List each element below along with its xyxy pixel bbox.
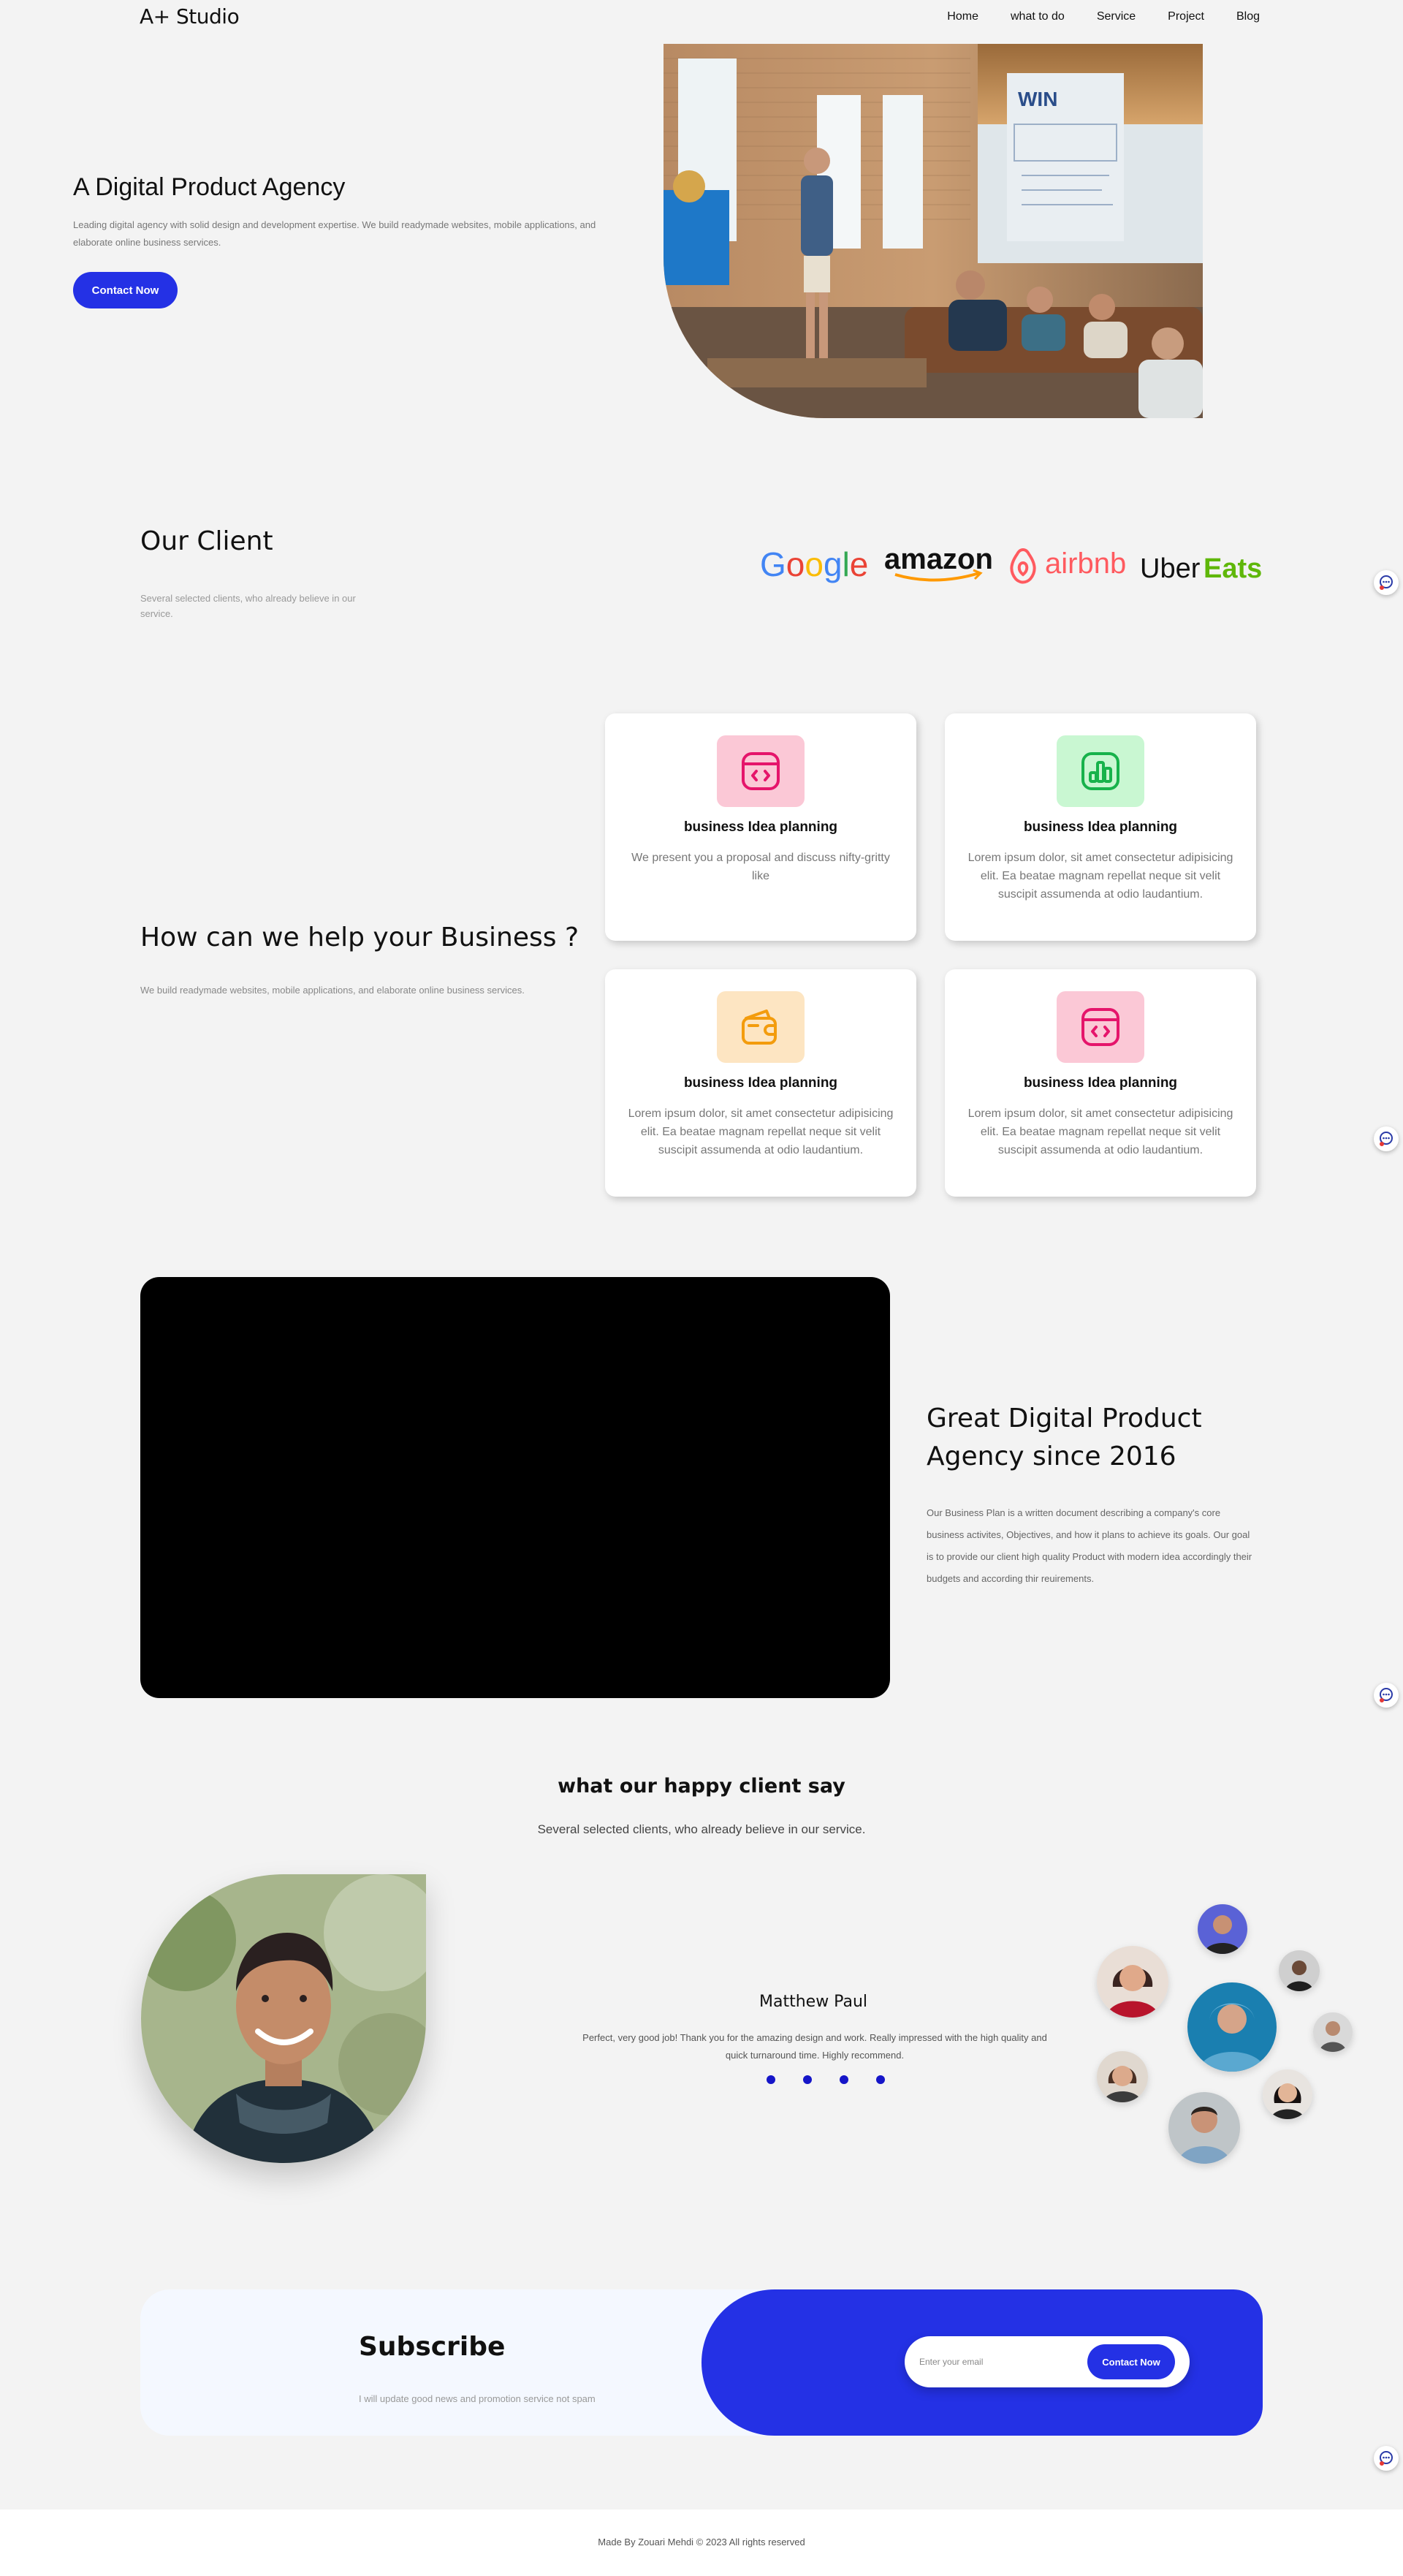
hero-title: A Digital Product Agency — [73, 173, 346, 201]
uber-logo-text: Uber — [1140, 553, 1201, 584]
nav-links: Home what to do Service Project Blog — [915, 10, 1260, 23]
code-window-icon — [1057, 991, 1144, 1063]
client-avatar[interactable] — [1097, 1946, 1168, 2018]
chat-widget-icon[interactable] — [1374, 1683, 1399, 1708]
testimonials-title: what our happy client say — [558, 1775, 845, 1797]
service-card[interactable]: business Idea planning We present you a … — [605, 713, 916, 941]
site-logo[interactable]: A+ Studio — [140, 4, 240, 29]
hero-image-sign: WIN — [1018, 88, 1057, 110]
client-avatar[interactable] — [1313, 2012, 1353, 2052]
airbnb-logo: airbnb — [1010, 548, 1126, 584]
clients-title: Our Client — [140, 526, 273, 556]
card-text: Lorem ipsum dolor, sit amet consectetur … — [628, 1107, 894, 1156]
help-subtitle: We build readymade websites, mobile appl… — [140, 985, 525, 996]
google-logo-text: Google — [760, 545, 868, 583]
nav-link-service[interactable]: Service — [1097, 10, 1136, 23]
testimonial-text: Perfect, very good job! Thank you for th… — [582, 2032, 1047, 2061]
video-player[interactable] — [140, 1277, 890, 1698]
amazon-logo: amazon — [884, 543, 993, 582]
agency-description: Our Business Plan is a written document … — [927, 1507, 1252, 1584]
client-avatar[interactable] — [1279, 1950, 1320, 1991]
wallet-icon — [717, 991, 805, 1063]
chat-widget-icon[interactable] — [1374, 2446, 1399, 2471]
subscribe-title: Subscribe — [359, 2332, 506, 2362]
airbnb-logo-text: airbnb — [1045, 548, 1126, 580]
service-card[interactable]: business Idea planning Lorem ipsum dolor… — [945, 969, 1256, 1197]
code-window-icon — [717, 735, 805, 807]
testimonial-photo — [141, 1874, 426, 2163]
subscribe-form: Contact Now — [905, 2336, 1190, 2387]
nav-link-home[interactable]: Home — [947, 10, 978, 23]
hero-description: Leading digital agency with solid design… — [73, 219, 596, 248]
uber-eats-logo: Uber Eats — [1140, 553, 1262, 584]
chat-widget-icon[interactable] — [1374, 1126, 1399, 1151]
pagination-dot[interactable] — [876, 2075, 885, 2084]
eats-logo-text: Eats — [1204, 553, 1262, 584]
pagination-dot[interactable] — [803, 2075, 812, 2084]
subscribe-contact-button[interactable]: Contact Now — [1087, 2344, 1175, 2379]
service-card[interactable]: business Idea planning Lorem ipsum dolor… — [945, 713, 1256, 941]
help-title: How can we help your Business ? — [140, 923, 579, 952]
card-title: business Idea planning — [1023, 1075, 1178, 1091]
client-avatar[interactable] — [1263, 2069, 1312, 2119]
clients-subtitle: Several selected clients, who already be… — [140, 593, 356, 619]
chat-widget-icon[interactable] — [1374, 570, 1399, 595]
email-input[interactable] — [919, 2352, 1065, 2371]
card-text: Lorem ipsum dolor, sit amet consectetur … — [967, 852, 1233, 901]
nav-link-blog[interactable]: Blog — [1236, 10, 1260, 23]
nav-link-what-to-do[interactable]: what to do — [1011, 10, 1065, 23]
testimonial-pagination — [767, 2075, 885, 2084]
subscribe-subtitle: I will update good news and promotion se… — [359, 2393, 596, 2404]
pagination-dot[interactable] — [767, 2075, 775, 2084]
card-title: business Idea planning — [1023, 819, 1178, 835]
bar-chart-icon — [1057, 735, 1144, 807]
agency-title: Great Digital Product Agency since 2016 — [927, 1403, 1202, 1471]
client-avatar[interactable] — [1097, 2051, 1148, 2102]
footer-copyright: Made By Zouari Mehdi © 2023 All rights r… — [598, 2537, 805, 2547]
airbnb-icon — [1010, 548, 1036, 584]
client-avatar[interactable] — [1198, 1904, 1247, 1954]
client-avatar[interactable] — [1187, 1982, 1277, 2072]
card-title: business Idea planning — [683, 819, 838, 835]
card-title: business Idea planning — [683, 1075, 838, 1091]
service-card[interactable]: business Idea planning Lorem ipsum dolor… — [605, 969, 916, 1197]
client-logos: Google amazon airbnb Uber Eats — [760, 541, 1271, 585]
client-avatar[interactable] — [1168, 2092, 1240, 2164]
google-logo: Google — [760, 545, 868, 583]
hero-office-image: WIN — [664, 44, 1203, 418]
card-text: Lorem ipsum dolor, sit amet consectetur … — [967, 1107, 1233, 1156]
pagination-dot[interactable] — [840, 2075, 848, 2084]
nav-link-project[interactable]: Project — [1168, 10, 1204, 23]
testimonials-subtitle: Several selected clients, who already be… — [537, 1822, 866, 1836]
top-nav: A+ Studio Home what to do Service Projec… — [0, 0, 1403, 37]
hero-contact-button[interactable]: Contact Now — [73, 272, 178, 308]
card-text: We present you a proposal and discuss ni… — [631, 852, 890, 882]
